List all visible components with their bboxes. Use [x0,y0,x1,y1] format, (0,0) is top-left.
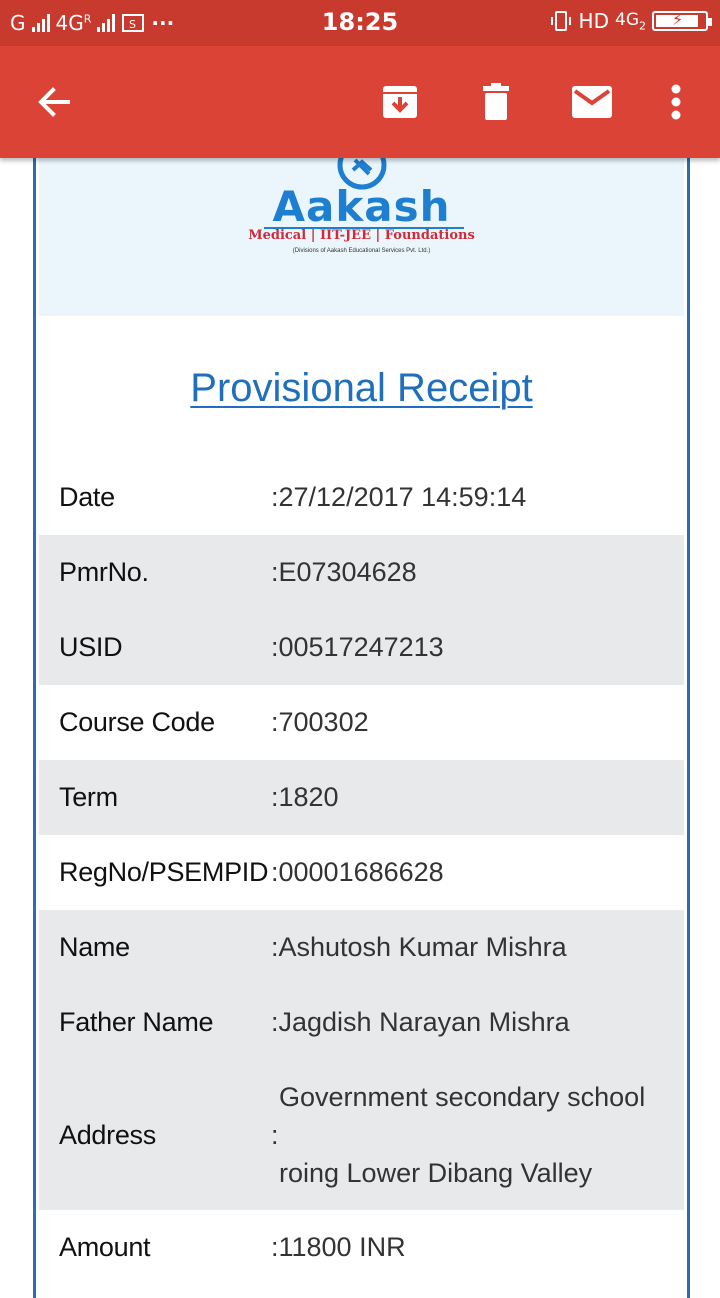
more-options-button[interactable] [650,76,702,128]
row-pmrno: PmrNo. :E07304628 [39,535,684,610]
archive-icon [383,86,417,118]
row-term: Term :1820 [39,760,684,835]
row-value: :27/12/2017 14:59:14 [271,482,527,512]
address-line-1: Government secondary school [279,1082,646,1112]
row-usid: USID :00517247213 [39,610,684,685]
logo-wordmark: Aakash [272,182,451,231]
status-bar: G 4GR S ··· 18:25 HD 4G2 ⚡ [0,0,720,46]
row-label: PmrNo. [59,557,149,587]
hd-label: HD [578,9,609,33]
row-name: Name :Ashutosh Kumar Mishra [39,910,684,985]
vibrate-icon [550,11,571,31]
row-father-name: Father Name :Jagdish Narayan Mishra [39,985,684,1060]
row-date: Date :27/12/2017 14:59:14 [39,460,684,535]
address-colon: : [271,1120,279,1150]
more-vert-icon [671,84,681,120]
back-button[interactable] [28,76,80,128]
toolbar [0,46,720,158]
receipt-card: Aakash Medical | IIT-JEE | Foundations (… [33,158,690,1298]
row-regno: RegNo/PSEMPID :00001686628 [39,835,684,910]
row-label: RegNo/PSEMPID [59,857,269,887]
row-value: :E07304628 [271,557,417,587]
back-arrow-icon [38,87,70,117]
archive-button[interactable] [374,76,426,128]
logo-subtext: (Divisions of Aakash Educational Service… [292,248,431,254]
row-value: :Jagdish Narayan Mishra [271,1007,570,1037]
row-address: Address Government secondary school : ro… [39,1060,684,1210]
row-value: Government secondary school : roing Lowe… [271,1060,645,1210]
row-amount: Amount :11800 INR [39,1210,684,1285]
delete-button[interactable] [470,76,522,128]
address-line-2: roing Lower Dibang Valley [279,1158,593,1188]
mark-unread-button[interactable] [566,76,618,128]
logo-header: Aakash Medical | IIT-JEE | Foundations (… [39,158,684,316]
row-label: Course Code [59,707,215,737]
status-right: HD 4G2 ⚡ [549,9,712,33]
row-label: Term [59,782,118,812]
network-right-label: 4G2 [615,10,646,32]
row-value: :11800 INR [271,1232,406,1262]
row-label: USID [59,632,123,662]
row-label: Address [59,1119,156,1150]
row-label: Father Name [59,1007,214,1037]
logo-tagline: Medical | IIT-JEE | Foundations [248,228,475,243]
row-value: :00517247213 [271,632,444,662]
network-right-text: 4G [615,9,639,30]
delete-icon [483,83,509,120]
row-value: :Ashutosh Kumar Mishra [271,932,567,962]
sim-slot-indicator: 2 [639,19,646,33]
battery-charging-icon: ⚡ [652,10,712,31]
receipt-title[interactable]: Provisional Receipt [36,366,687,411]
receipt-details: Date :27/12/2017 14:59:14 PmrNo. :E07304… [39,460,684,1285]
row-label: Date [59,482,115,512]
row-label: Amount [59,1232,151,1262]
mail-icon [572,86,612,118]
row-value: :1820 [271,782,339,812]
row-value: :00001686628 [271,857,444,887]
row-value: :700302 [271,707,369,737]
row-course-code: Course Code :700302 [39,685,684,760]
row-label: Name [59,932,130,962]
